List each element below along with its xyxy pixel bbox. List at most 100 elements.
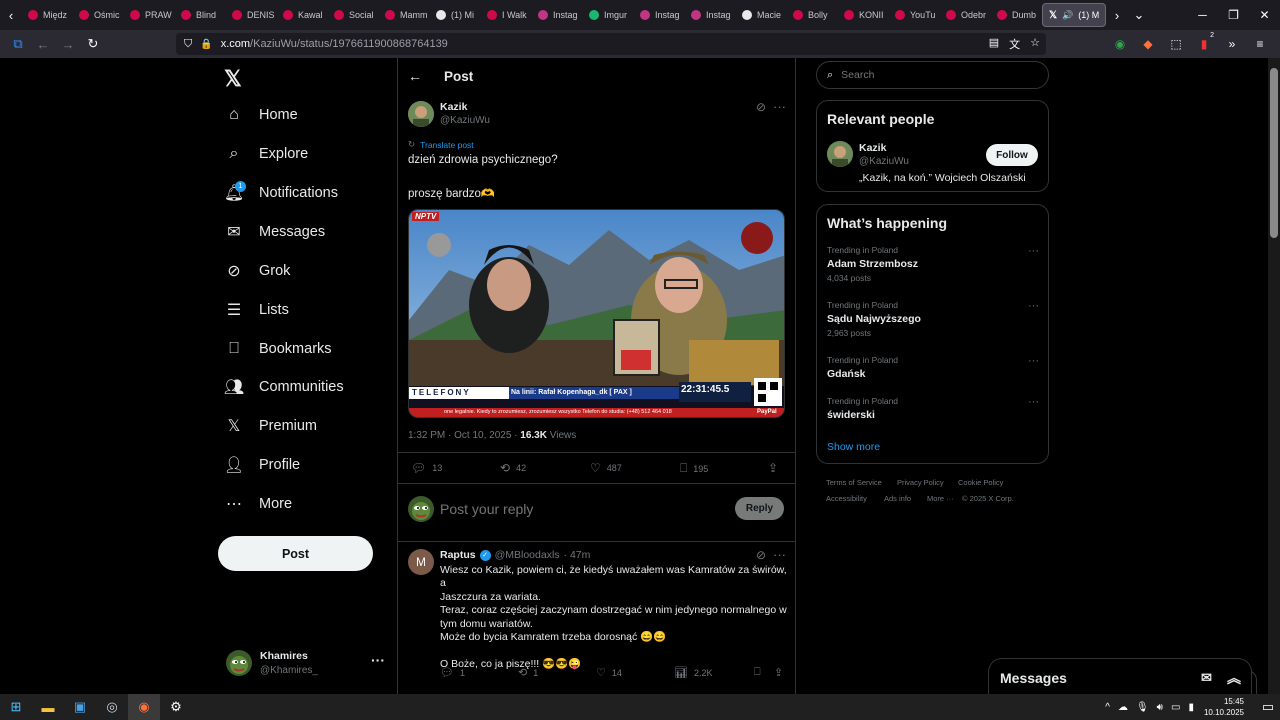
footer-link[interactable]: Terms of Service — [826, 478, 882, 487]
post-author-handle[interactable]: @KaziuWu — [440, 115, 490, 126]
tab-list-button[interactable]: ⌄ — [1128, 0, 1150, 30]
share-action[interactable]: ⇪ — [768, 461, 778, 475]
search-box[interactable]: ⌕ — [816, 61, 1049, 89]
trend-more-icon[interactable]: ··· — [1028, 396, 1039, 408]
overflow-chevron-icon[interactable]: » — [1222, 34, 1242, 54]
browser-tab[interactable]: Instag — [685, 0, 736, 30]
post-button[interactable]: Post — [218, 536, 373, 571]
browser-tab[interactable]: Międz — [22, 0, 73, 30]
close-window-button[interactable]: ✕ — [1249, 0, 1280, 30]
person-handle[interactable]: @KaziuWu — [859, 156, 909, 167]
account-more-icon[interactable]: ··· — [371, 652, 385, 668]
browser-tab[interactable]: DENIS — [226, 0, 277, 30]
grok-explain-icon[interactable]: ⊘ — [756, 100, 766, 114]
lock-icon[interactable]: 🔒 — [200, 39, 212, 50]
post-author-name[interactable]: Kazik — [440, 101, 467, 113]
sidebar-item-communities[interactable]: 👥︎ Communities — [224, 372, 344, 402]
scrollbar-thumb[interactable] — [1270, 68, 1278, 238]
browser-tab[interactable]: KONII — [838, 0, 889, 30]
browser-tab[interactable]: YouTu — [889, 0, 940, 30]
person-avatar[interactable] — [827, 141, 853, 167]
browser-tab[interactable]: Macie — [736, 0, 787, 30]
browser-tab[interactable]: Dumb — [991, 0, 1042, 30]
notification-center-icon[interactable]: ▭ — [1256, 694, 1280, 720]
browser-tab[interactable]: Mamm — [379, 0, 430, 30]
tab-scroll-left-button[interactable]: ‹ — [0, 0, 22, 30]
extension-badge-icon[interactable]: ▮ 2 — [1194, 32, 1214, 54]
shield-icon[interactable]: ⛉ — [184, 38, 192, 51]
minimize-button[interactable]: ─ — [1187, 0, 1218, 30]
expand-chevron-icon[interactable]: ︽ — [1227, 668, 1241, 688]
settings-icon[interactable]: ⚙ — [160, 694, 192, 720]
browser-tab[interactable]: Odebr — [940, 0, 991, 30]
page-scrollbar[interactable] — [1268, 58, 1280, 694]
vpn-extension-icon[interactable]: ◉ — [1110, 34, 1130, 54]
steam-icon[interactable]: ◎ — [96, 694, 128, 720]
tab-scroll-right-button[interactable]: › — [1106, 0, 1128, 30]
follow-button[interactable]: Follow — [986, 144, 1038, 166]
address-bar[interactable]: ⛉ 🔒 x.com/KaziuWu/status/197661190086876… — [176, 33, 1046, 55]
translate-icon[interactable]: 文 — [1009, 36, 1020, 52]
trend-item[interactable]: Trending in Poland Adam Strzembosz 4,034 p… — [827, 245, 1039, 283]
sidebar-toggle-icon[interactable]: ⧉ — [6, 32, 30, 56]
footer-link[interactable]: Ads info — [884, 494, 911, 503]
volume-icon[interactable]: 🔊︎ — [1157, 702, 1163, 713]
reply-action[interactable]: 💬︎ 13 — [411, 461, 442, 475]
sidebar-item-messages[interactable]: ✉ Messages — [224, 217, 325, 247]
messages-dock[interactable]: Messages ✉ ︽ — [988, 658, 1252, 694]
person-name[interactable]: Kazik — [859, 142, 886, 154]
browser-tab[interactable]: PRAW — [124, 0, 175, 30]
sidebar-item-more[interactable]: ⋯ More — [224, 489, 292, 519]
reply-button[interactable]: Reply — [735, 497, 784, 520]
start-menu-icon[interactable]: ⊞ — [0, 694, 32, 720]
firefox-icon[interactable]: ◉ — [128, 694, 160, 720]
trend-item[interactable]: Trending in Poland Gdańsk ··· — [827, 355, 1039, 380]
menu-icon[interactable]: ≡ — [1250, 34, 1270, 54]
comment-time[interactable]: · 47m — [564, 549, 591, 561]
extensions-icon[interactable]: ⬚ — [1166, 34, 1186, 54]
microphone-icon[interactable]: 🎙︎ — [1136, 702, 1149, 713]
sidebar-item-bookmarks[interactable]: ⎕ Bookmarks — [224, 334, 331, 364]
browser-tab[interactable]: Bolly — [787, 0, 838, 30]
comment-views-action[interactable]: 📊︎ 2.2K — [674, 666, 712, 679]
footer-link[interactable]: Privacy Policy — [897, 478, 944, 487]
comment-more-icon[interactable]: ··· — [773, 547, 786, 562]
remote-desktop-icon[interactable]: ▣ — [64, 694, 96, 720]
sidebar-item-profile[interactable]: 👤︎ Profile — [224, 450, 300, 480]
sidebar-item-home[interactable]: ⌂ Home — [224, 100, 298, 130]
taskbar-clock[interactable]: 15:45 10.10.2025 — [1204, 696, 1244, 718]
browser-tab[interactable]: Instag — [634, 0, 685, 30]
comment-share-action[interactable]: ⇪ — [774, 666, 783, 679]
fox-extension-icon[interactable]: ◆ — [1138, 34, 1158, 54]
reader-view-icon[interactable]: ▤ — [989, 36, 999, 52]
comment-bookmark-action[interactable]: ⎕ — [754, 666, 761, 679]
footer-link[interactable]: More ··· — [927, 494, 954, 503]
comment-like-action[interactable]: ♡ 14 — [596, 666, 622, 679]
new-message-icon[interactable]: ✉ — [1201, 670, 1212, 686]
maximize-button[interactable]: ❐ — [1218, 0, 1249, 30]
trend-more-icon[interactable]: ··· — [1028, 355, 1039, 367]
browser-tab[interactable]: Instag — [532, 0, 583, 30]
display-icon[interactable]: ▭ — [1171, 702, 1180, 713]
x-logo-icon[interactable]: 𝕏 — [224, 66, 242, 92]
comment-reply-action[interactable]: 💬︎ 1 — [440, 666, 465, 679]
browser-tab[interactable]: Imgur — [583, 0, 634, 30]
comment-author[interactable]: Raptus — [440, 549, 476, 561]
repost-action[interactable]: ⟲ 42 — [500, 461, 526, 475]
post-author-avatar[interactable] — [408, 101, 434, 127]
back-arrow-icon[interactable]: ← — [408, 68, 422, 84]
bookmark-action[interactable]: ⎕ 195 — [680, 461, 708, 476]
search-input[interactable] — [841, 69, 1022, 81]
trend-item[interactable]: Trending in Poland Sądu Najwyższego 2,963 … — [827, 300, 1039, 338]
grok-explain-icon[interactable]: ⊘ — [756, 548, 766, 562]
account-switcher[interactable]: Khamires @Khamires_ ··· — [226, 648, 386, 688]
tab-active[interactable]: 𝕏 🔊 (1) M ✕ — [1042, 3, 1106, 27]
battery-icon[interactable]: ▮ — [1188, 702, 1194, 713]
browser-tab[interactable]: (1) Mi — [430, 0, 481, 30]
back-button[interactable]: ← — [31, 32, 55, 56]
trend-more-icon[interactable]: ··· — [1028, 245, 1039, 257]
comment[interactable]: M Raptus ✓ @MBloodaxls · 47m ⊘ ··· Wiesz… — [398, 542, 795, 694]
sidebar-item-lists[interactable]: ☰ Lists — [224, 295, 289, 325]
cloud-icon[interactable]: ☁ — [1118, 702, 1128, 713]
file-explorer-icon[interactable]: ▬ — [32, 694, 64, 720]
